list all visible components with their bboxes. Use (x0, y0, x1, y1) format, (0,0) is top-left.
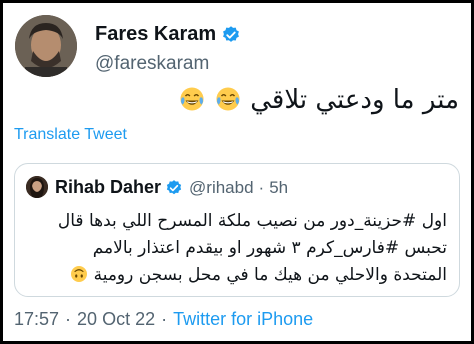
quoted-text-line: اول #حزينة_دور من نصيب ملكة المسرح اللي … (57, 211, 447, 231)
author-display-name[interactable]: Fares Karam (95, 23, 216, 46)
quoted-text-line-content: المتحدة والاحلي من هيك ما في محل بسجن رو… (93, 265, 447, 285)
quoted-text-line-last: المتحدة والاحلي من هيك ما في محل بسجن رو… (21, 262, 447, 289)
tweet-text: متر ما ودعتي تلاقي (178, 85, 459, 115)
face-with-tears-of-joy-icon (180, 87, 204, 111)
quoted-author-handle[interactable]: @rihabd (189, 178, 254, 198)
quoted-timestamp[interactable]: 5h (269, 178, 288, 198)
profile-photo-icon (26, 176, 48, 198)
quoted-text-line: تحبس #فارس_كرم ٣ شهور او بيقدم اعتذار با… (92, 238, 447, 258)
verified-badge-icon (166, 179, 182, 194)
tweet-card: Fares Karam @fareskaram متر ما ودعتي تلا… (3, 3, 471, 341)
tweet-time[interactable]: 17:57 (14, 309, 59, 329)
translate-tweet-link[interactable]: Translate Tweet (14, 126, 127, 144)
quoted-tweet-text: اول #حزينة_دور من نصيب ملكة المسرح اللي … (21, 208, 447, 289)
meta-separator: · (161, 309, 168, 329)
quoted-author-avatar[interactable] (26, 176, 48, 198)
quoted-separator: · (258, 177, 265, 197)
tweet-source-link[interactable]: Twitter for iPhone (173, 309, 313, 329)
tweet-date[interactable]: 20 Oct 22 (77, 309, 155, 329)
quoted-author-name[interactable]: Rihab Daher (55, 177, 161, 198)
author-handle[interactable]: @fareskaram (95, 53, 209, 75)
upside-down-face-icon (70, 266, 87, 282)
tweet-meta: 17:57 · 20 Oct 22 · Twitter for iPhone (14, 309, 313, 330)
face-with-tears-of-joy-icon (216, 87, 240, 111)
quoted-tweet[interactable]: Rihab Daher @rihabd · 5h اول #حزينة_دور … (14, 163, 460, 297)
quoted-header: Rihab Daher @rihabd · 5h (55, 177, 288, 198)
meta-separator: · (65, 309, 72, 329)
profile-photo-icon (15, 15, 77, 77)
author-avatar[interactable] (15, 15, 77, 77)
verified-badge-icon (223, 25, 240, 42)
author-name-row: Fares Karam (95, 23, 241, 46)
tweet-text-content: متر ما ودعتي تلاقي (250, 85, 459, 115)
